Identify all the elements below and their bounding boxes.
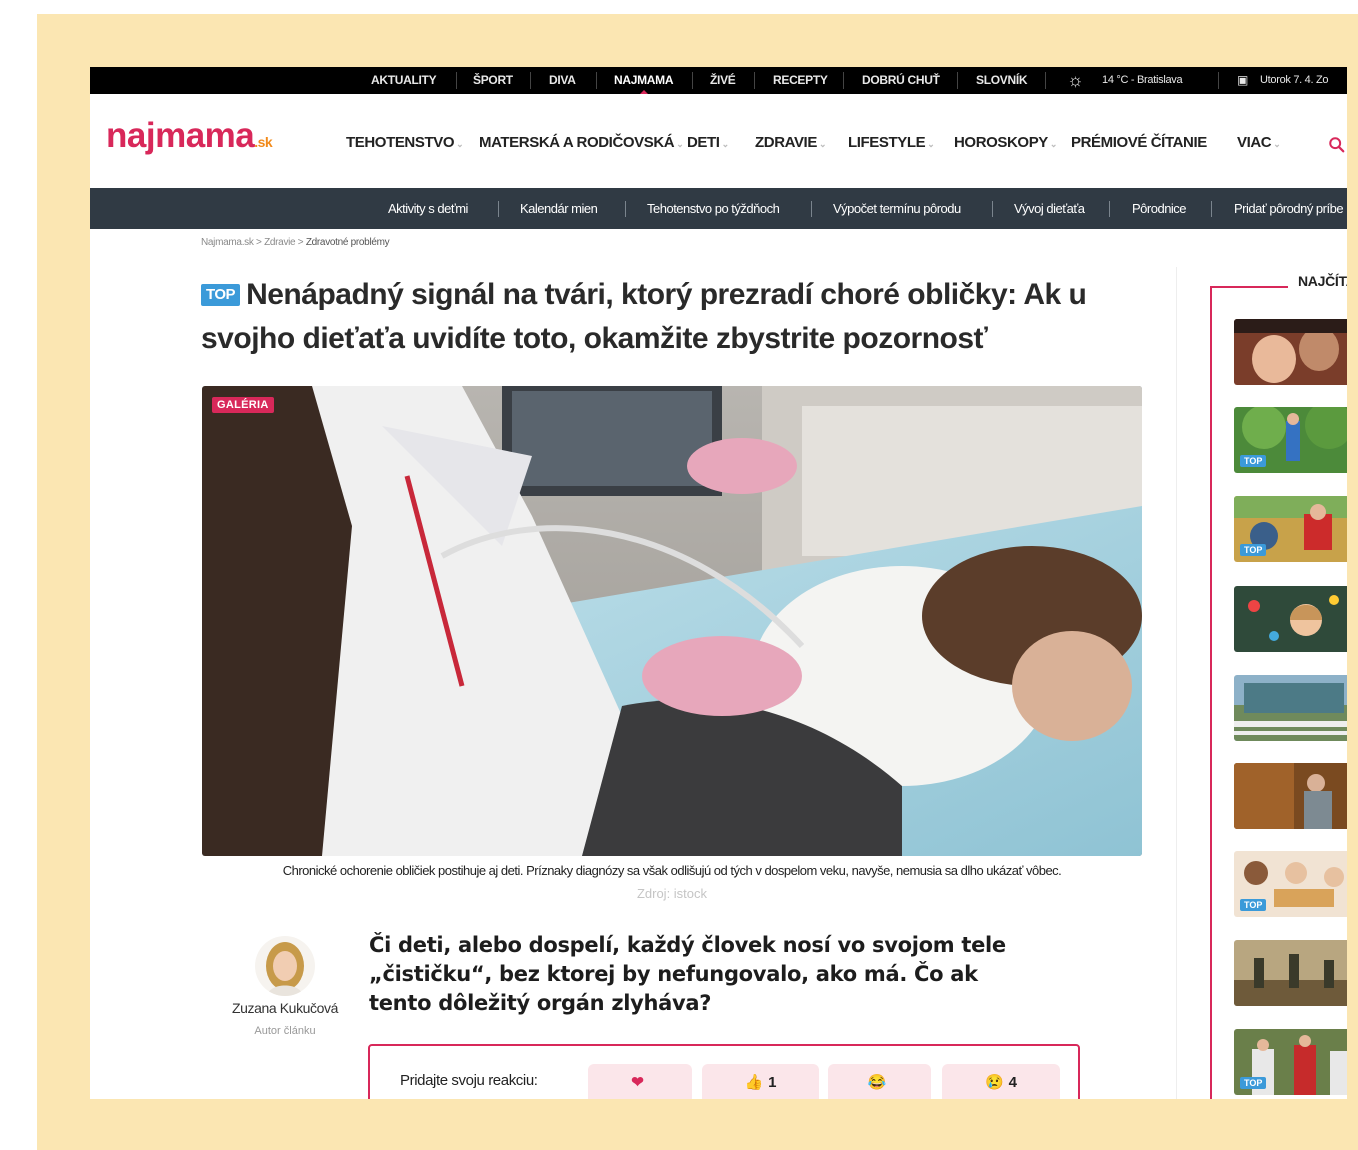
chevron-down-icon: ⌄ xyxy=(456,139,464,149)
breadcrumb: Najmama.sk > Zdravie > Zdravotné problém… xyxy=(201,237,390,248)
logo-tld: .sk xyxy=(254,134,273,150)
heart-icon: ❤ xyxy=(631,1074,644,1091)
sidebar-title: NAJČÍTA xyxy=(1288,273,1347,289)
subnav-porodnice[interactable]: Pôrodnice xyxy=(1132,188,1187,229)
thumb-photo xyxy=(1234,675,1347,741)
nav-deti[interactable]: DETI ⌄ xyxy=(687,134,729,151)
portal-link-recepty[interactable]: RECEPTY xyxy=(773,67,828,94)
article-title-text: Nenápadný signál na tvári, ktorý prezrad… xyxy=(201,278,1087,355)
subnav-aktivity[interactable]: Aktivity s deťmi xyxy=(388,188,468,229)
subnav-kalendar-mien[interactable]: Kalendár mien xyxy=(520,188,598,229)
sidebar-thumb[interactable]: TOP xyxy=(1234,851,1347,917)
subnav-vypocet-terminu[interactable]: Výpočet termínu pôrodu xyxy=(833,188,961,229)
reaction-thumbs-up-button[interactable]: 👍 1 xyxy=(702,1064,819,1099)
author-role: Autor článku xyxy=(254,1025,316,1037)
chevron-down-icon: ⌄ xyxy=(721,139,730,149)
portal-link-dobru-chut[interactable]: DOBRÚ CHUŤ xyxy=(862,67,940,94)
breadcrumb-home[interactable]: Najmama.sk xyxy=(201,237,254,248)
nav-zdravie[interactable]: ZDRAVIE ⌄ xyxy=(755,134,827,151)
sidebar-thumb[interactable] xyxy=(1234,763,1347,829)
portal-link-diva[interactable]: DIVA xyxy=(549,67,576,94)
reactions-label: Pridajte svoju reakciu: xyxy=(400,1072,538,1089)
reaction-sad-button[interactable]: 😢 4 xyxy=(942,1064,1060,1099)
thumb-photo xyxy=(1234,586,1347,652)
author-avatar[interactable] xyxy=(255,936,315,996)
top-portal-bar: AKTUALITY ŠPORT DIVA NAJMAMA ŽIVÉ RECEPT… xyxy=(90,67,1347,95)
nav-premiove-citanie[interactable]: PRÉMIOVÉ ČÍTANIE xyxy=(1071,134,1207,151)
sad-icon: 😢 xyxy=(984,1074,1004,1091)
reactions-box: Pridajte svoju reakciu: ❤ 👍 1 😂 😢 4 xyxy=(368,1044,1080,1099)
reaction-heart-button[interactable]: ❤ xyxy=(588,1064,692,1099)
chevron-down-icon: ⌄ xyxy=(818,139,827,149)
nav-materska[interactable]: MATERSKÁ A RODIČOVSKÁ ⌄ xyxy=(479,134,684,151)
webpage: AKTUALITY ŠPORT DIVA NAJMAMA ŽIVÉ RECEPT… xyxy=(90,67,1347,1099)
calendar-icon: ▣ xyxy=(1237,73,1249,87)
nav-horoskopy[interactable]: HOROSKOPY ⌄ xyxy=(954,134,1057,151)
nav-tehotenstvo[interactable]: TEHOTENSTVO ⌄ xyxy=(346,134,464,151)
site-logo[interactable]: najmama.sk xyxy=(106,116,273,156)
thumb-photo xyxy=(1234,763,1347,829)
top-badge: TOP xyxy=(201,284,241,306)
logo-text: najmama xyxy=(106,116,255,155)
portal-link-aktuality[interactable]: AKTUALITY xyxy=(371,67,437,94)
article-lead: Či deti, alebo dospelí, každý človek nos… xyxy=(369,933,1006,1015)
author-photo xyxy=(255,936,315,996)
reaction-laugh-button[interactable]: 😂 xyxy=(828,1064,931,1099)
search-icon[interactable] xyxy=(1328,136,1346,154)
image-source: Zdroj: istock xyxy=(636,886,708,901)
laugh-icon: 😂 xyxy=(867,1074,887,1091)
breadcrumb-current[interactable]: Zdravotné problémy xyxy=(306,237,390,248)
portal-link-sport[interactable]: ŠPORT xyxy=(473,67,513,94)
sidebar-thumb[interactable] xyxy=(1234,675,1347,741)
nav-viac[interactable]: VIAC ⌄ xyxy=(1237,134,1281,151)
article-hero-image[interactable]: GALÉRIA xyxy=(202,386,1142,856)
thumb-top-badge: TOP xyxy=(1240,899,1267,911)
chevron-down-icon: ⌄ xyxy=(676,139,684,149)
sun-icon: ☼ xyxy=(1067,70,1084,90)
chevron-down-icon: ⌄ xyxy=(1049,139,1058,149)
author-name[interactable]: Zuzana Kukučová xyxy=(220,1000,350,1016)
sidebar-thumb[interactable] xyxy=(1234,940,1347,1006)
thumb-photo xyxy=(1234,319,1347,385)
date-text: Utorok 7. 4. Zo xyxy=(1260,74,1329,86)
thumb-top-badge: TOP xyxy=(1240,1077,1267,1089)
chevron-down-icon: ⌄ xyxy=(1273,139,1281,149)
sidebar-thumb[interactable]: TOP xyxy=(1234,407,1347,473)
sub-navigation: Aktivity s deťmi Kalendár mien Tehotenst… xyxy=(90,188,1347,229)
thumb-photo xyxy=(1234,940,1347,1006)
sidebar-divider xyxy=(1176,267,1177,1099)
main-navigation: najmama.sk TEHOTENSTVO ⌄ MATERSKÁ A RODIČ… xyxy=(90,94,1347,188)
portal-link-najmama[interactable]: NAJMAMA xyxy=(614,67,674,95)
subnav-tehotenstvo-tyzdne[interactable]: Tehotenstvo po týždňoch xyxy=(647,188,780,229)
breadcrumb-section[interactable]: Zdravie xyxy=(264,237,296,248)
image-caption: Chronické ochorenie obličiek postihuje a… xyxy=(282,863,1062,878)
subnav-vyvoj-dietata[interactable]: Vývoj dieťaťa xyxy=(1014,188,1085,229)
subnav-pridat-porodny-pribeh[interactable]: Pridať pôrodný príbe xyxy=(1234,188,1344,229)
chevron-down-icon: ⌄ xyxy=(927,139,935,149)
sidebar-thumb[interactable]: TOP xyxy=(1234,1029,1347,1095)
portal-link-slovnik[interactable]: SLOVNÍK xyxy=(976,67,1028,94)
gallery-badge[interactable]: GALÉRIA xyxy=(212,397,274,413)
hero-photo xyxy=(202,386,1142,856)
thumb-top-badge: TOP xyxy=(1240,455,1267,467)
thumbs-up-icon: 👍 xyxy=(744,1074,764,1091)
sidebar-thumb[interactable] xyxy=(1234,586,1347,652)
sidebar-thumb[interactable] xyxy=(1234,319,1347,385)
article-title: TOP Nenápadný signál na tvári, ktorý prez… xyxy=(201,273,1091,361)
nav-lifestyle[interactable]: LIFESTYLE ⌄ xyxy=(848,134,935,151)
weather-text[interactable]: 14 °C - Bratislava xyxy=(1102,67,1183,94)
sidebar-thumb[interactable]: TOP xyxy=(1234,496,1347,562)
thumb-top-badge: TOP xyxy=(1240,544,1267,556)
portal-link-zive[interactable]: ŽIVÉ xyxy=(710,67,736,94)
